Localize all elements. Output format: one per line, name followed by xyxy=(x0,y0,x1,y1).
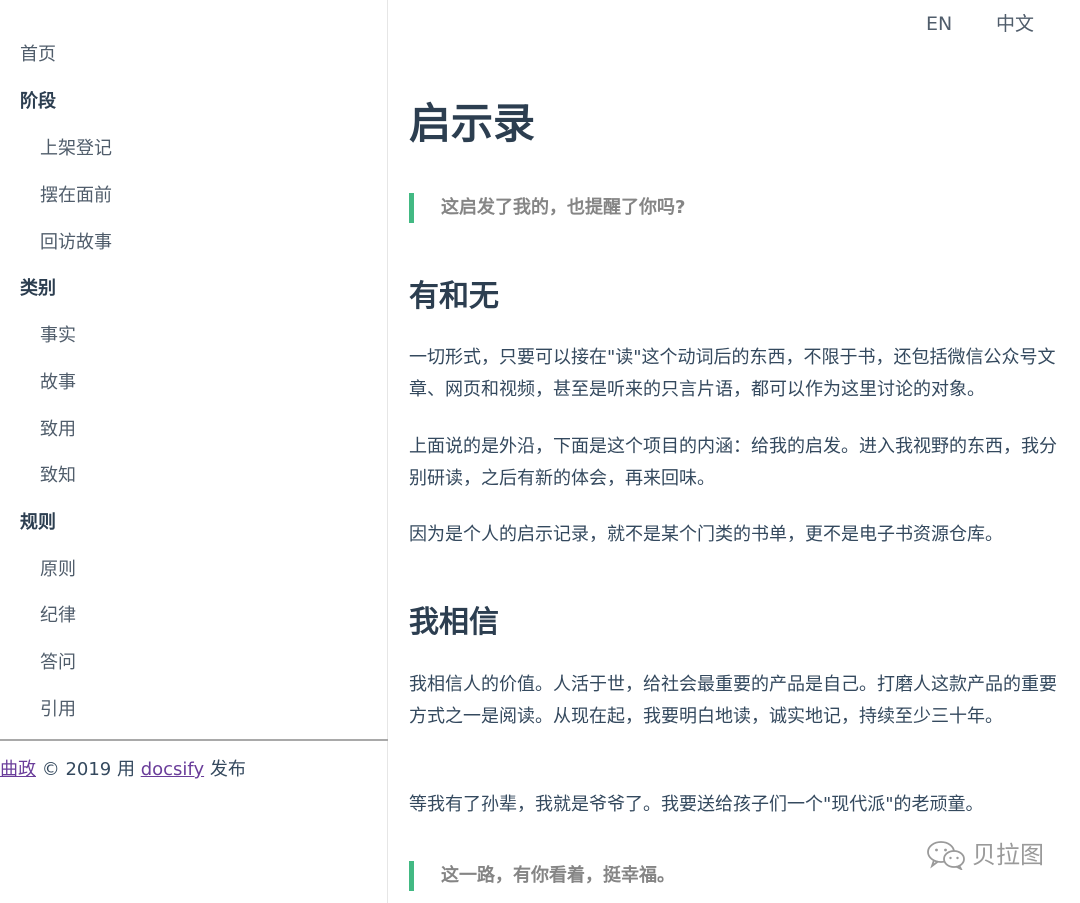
author-link[interactable]: 曲政 xyxy=(0,759,36,780)
sidebar-item-discipline[interactable]: 纪律 xyxy=(40,604,76,628)
copyright-text: © 2019 用 xyxy=(36,759,141,780)
watermark: 贝拉图 xyxy=(926,838,1044,872)
sidebar-divider xyxy=(0,739,388,741)
main-content: 启示录 这启发了我的，也提醒了你吗? 有和无 一切形式，只要可以接在"读"这个动… xyxy=(409,0,1073,903)
docsify-link[interactable]: docsify xyxy=(141,759,204,780)
sidebar-section-rules[interactable]: 规则 xyxy=(20,511,56,535)
sidebar-item-in-front[interactable]: 摆在面前 xyxy=(40,184,112,208)
watermark-text: 贝拉图 xyxy=(972,841,1044,869)
sidebar-item-references[interactable]: 引用 xyxy=(40,698,76,722)
paragraph: 等我有了孙辈，我就是爷爷了。我要送给孩子们一个"现代派"的老顽童。 xyxy=(409,794,984,815)
sidebar-footer: 曲政 © 2019 用 docsify 发布 xyxy=(0,758,246,782)
sidebar-item-principles[interactable]: 原则 xyxy=(40,558,76,582)
paragraph: 因为是个人的启示记录，就不是某个门类的书单，更不是电子书资源仓库。 xyxy=(409,524,1003,545)
sidebar-item-home[interactable]: 首页 xyxy=(20,43,56,67)
blockquote-text: 这一路，有你看着，挺幸福。 xyxy=(441,865,675,886)
heading-section-1: 有和无 xyxy=(409,279,499,314)
sidebar-item-faq[interactable]: 答问 xyxy=(40,651,76,675)
blockquote-bottom: 这一路，有你看着，挺幸福。 xyxy=(409,861,675,891)
sidebar-item-revisit[interactable]: 回访故事 xyxy=(40,231,112,255)
sidebar-section-stages[interactable]: 阶段 xyxy=(20,90,56,114)
sidebar-section-categories[interactable]: 类别 xyxy=(20,277,56,301)
paragraph: 上面说的是外沿，下面是这个项目的内涵：给我的启发。进入我视野的东西，我分别研读，… xyxy=(409,436,1057,489)
page-title: 启示录 xyxy=(409,99,536,148)
sidebar-item-knowledge[interactable]: 致知 xyxy=(40,464,76,488)
blockquote-top: 这启发了我的，也提醒了你吗? xyxy=(409,193,685,223)
publish-text: 发布 xyxy=(204,759,246,780)
paragraph: 我相信人的价值。人活于世，给社会最重要的产品是自己。打磨人这款产品的重要方式之一… xyxy=(409,674,1057,727)
paragraph: 一切形式，只要可以接在"读"这个动词后的东西，不限于书，还包括微信公众号文章、网… xyxy=(409,347,1056,400)
sidebar-item-stories[interactable]: 故事 xyxy=(40,371,76,395)
blockquote-text: 这启发了我的，也提醒了你吗? xyxy=(441,197,686,218)
heading-section-2: 我相信 xyxy=(409,605,499,640)
sidebar-item-facts[interactable]: 事实 xyxy=(40,324,76,348)
sidebar-item-practical[interactable]: 致用 xyxy=(40,418,76,442)
sidebar-item-shelving[interactable]: 上架登记 xyxy=(40,137,112,161)
wechat-icon xyxy=(926,840,966,870)
sidebar: 首页 阶段 上架登记 摆在面前 回访故事 类别 事实 故事 致用 致知 规则 原… xyxy=(0,0,388,903)
docs-app: 首页 阶段 上架登记 摆在面前 回访故事 类别 事实 故事 致用 致知 规则 原… xyxy=(0,0,1080,903)
